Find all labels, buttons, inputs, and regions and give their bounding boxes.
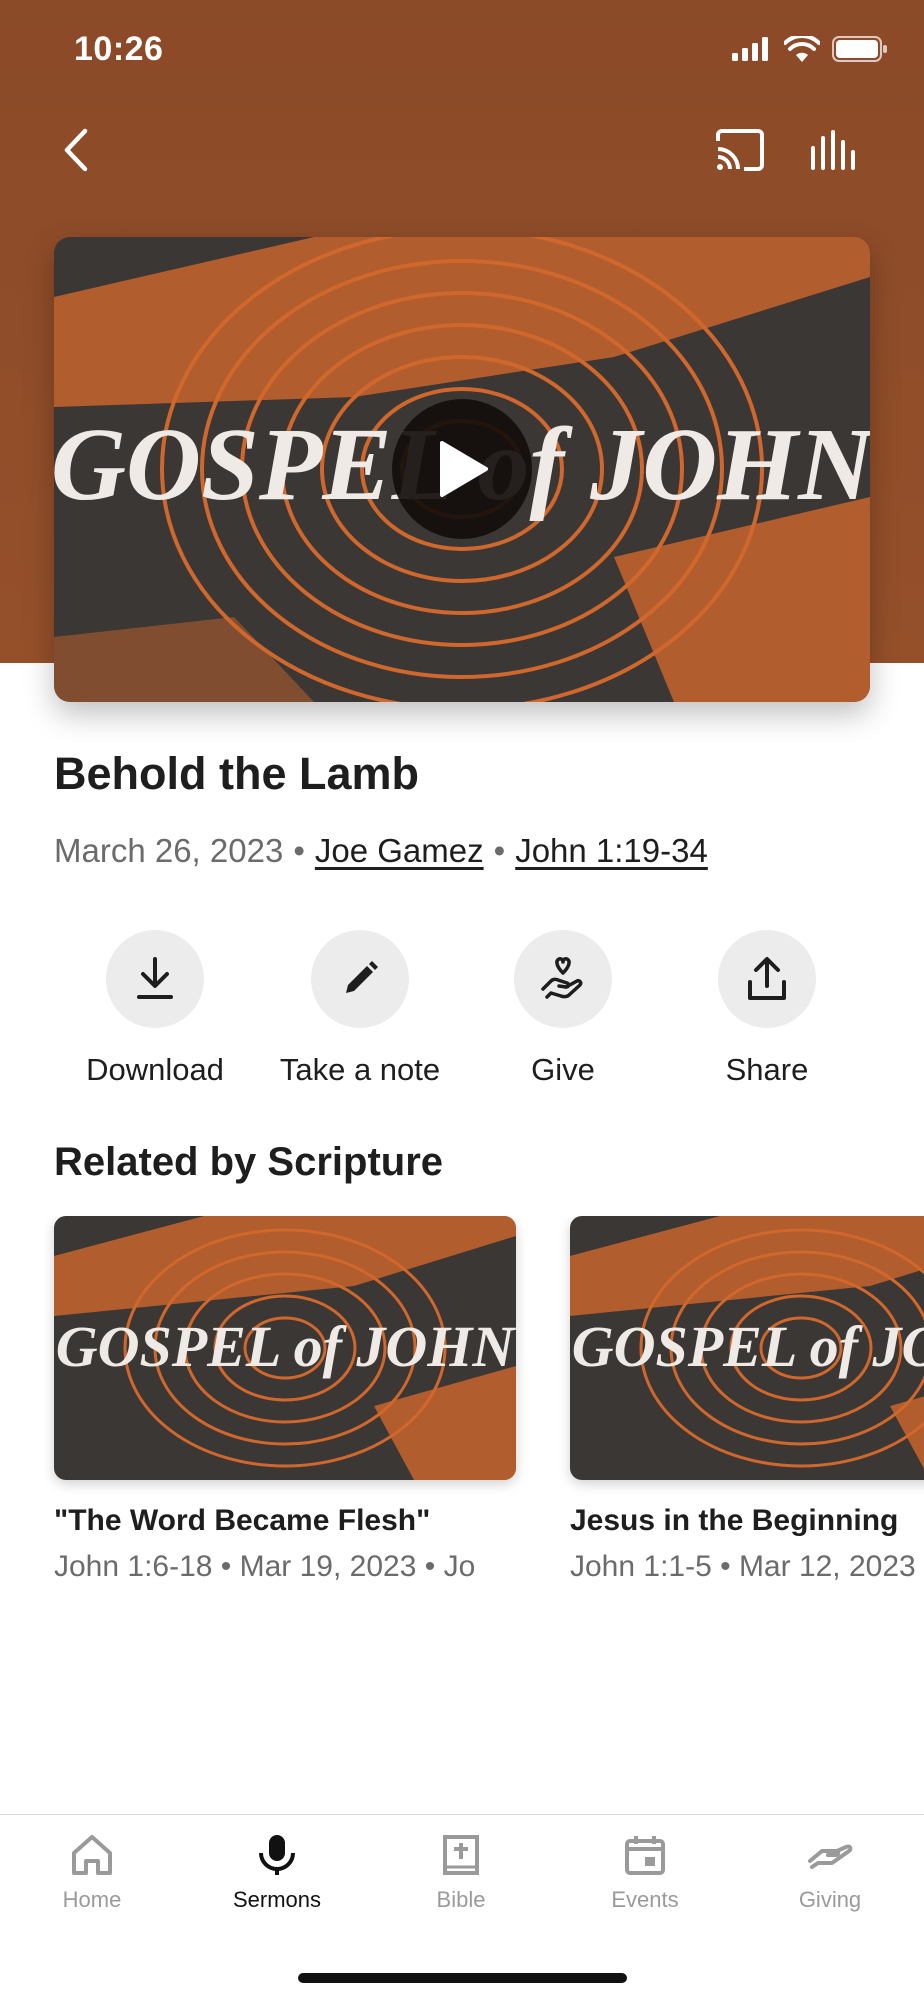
- tab-bible-label: Bible: [436, 1887, 486, 1912]
- related-heading: Related by Scripture: [54, 1140, 444, 1184]
- pencil-icon: [346, 961, 378, 993]
- download-label: Download: [86, 1052, 224, 1087]
- separator-dot: •: [493, 832, 506, 869]
- status-time: 10:26: [74, 30, 164, 68]
- related-artwork: GOSPEL of JOHN: [570, 1216, 924, 1480]
- take-note-circle[interactable]: [311, 930, 409, 1028]
- related-thumbnail[interactable]: GOSPEL of JOHN: [570, 1216, 924, 1480]
- related-artwork: GOSPEL of JOHN: [54, 1216, 516, 1480]
- audio-button[interactable]: [806, 122, 866, 178]
- play-icon: [440, 441, 488, 497]
- tab-giving[interactable]: Giving: [755, 1833, 905, 1913]
- battery-icon: [832, 36, 887, 62]
- tab-sermons[interactable]: Sermons: [202, 1833, 352, 1913]
- give-button[interactable]: Give: [463, 930, 663, 1088]
- audio-bars-icon: [811, 130, 855, 170]
- top-navigation: [0, 110, 924, 190]
- tab-events[interactable]: Events: [570, 1833, 720, 1913]
- related-artwork-title: GOSPEL of JOHN: [572, 1314, 924, 1379]
- share-label: Share: [725, 1052, 809, 1087]
- tab-home[interactable]: Home: [17, 1833, 167, 1913]
- signal-icon: [732, 37, 768, 61]
- give-circle[interactable]: [514, 930, 612, 1028]
- related-card[interactable]: GOSPEL of JOHN Jesus in the Beginning Jo…: [570, 1216, 924, 1584]
- calendar-icon: [625, 1836, 665, 1875]
- related-card[interactable]: GOSPEL of JOHN "The Word Became Flesh" J…: [54, 1216, 516, 1584]
- action-row: Download Take a note Give Share: [0, 930, 924, 1100]
- speaker-link[interactable]: Joe Gamez: [315, 832, 484, 869]
- take-note-button[interactable]: Take a note: [260, 930, 460, 1088]
- scripture-link[interactable]: John 1:19-34: [515, 832, 708, 869]
- home-indicator[interactable]: [298, 1973, 627, 1983]
- related-card-title: "The Word Became Flesh": [54, 1504, 431, 1537]
- cast-icon: [716, 129, 764, 171]
- status-bar: 10:26: [0, 0, 924, 100]
- status-icons: [732, 36, 888, 62]
- related-carousel[interactable]: GOSPEL of JOHN "The Word Became Flesh" J…: [0, 1216, 924, 1596]
- give-hand-heart-icon: [541, 957, 583, 999]
- tab-sermons-label: Sermons: [232, 1887, 322, 1912]
- microphone-icon: [259, 1835, 295, 1875]
- play-button[interactable]: [392, 399, 532, 539]
- tab-bible[interactable]: Bible: [386, 1833, 536, 1913]
- tab-home-label: Home: [62, 1887, 122, 1912]
- wifi-icon: [784, 36, 820, 62]
- share-circle[interactable]: [718, 930, 816, 1028]
- related-card-meta: John 1:1-5 • Mar 12, 2023: [570, 1550, 916, 1583]
- back-button[interactable]: [48, 122, 104, 178]
- give-label: Give: [531, 1052, 595, 1087]
- sermon-meta: March 26, 2023 • Joe Gamez • John 1:19-34: [54, 832, 708, 870]
- take-note-label: Take a note: [279, 1052, 441, 1087]
- related-artwork-title: GOSPEL of JOHN: [56, 1314, 516, 1379]
- sermon-date: March 26, 2023: [54, 832, 284, 869]
- sermon-video-player[interactable]: GOSPEL of JOHN: [54, 237, 870, 702]
- download-circle[interactable]: [106, 930, 204, 1028]
- tab-events-label: Events: [611, 1887, 679, 1912]
- related-thumbnail[interactable]: GOSPEL of JOHN: [54, 1216, 516, 1480]
- share-icon: [748, 957, 786, 1000]
- separator-dot: •: [293, 832, 305, 869]
- giving-icon: [808, 1844, 853, 1869]
- related-card-meta: John 1:6-18 • Mar 19, 2023 • Jo: [54, 1550, 476, 1583]
- bible-icon: [443, 1835, 479, 1875]
- related-card-title: Jesus in the Beginning: [570, 1504, 899, 1537]
- download-button[interactable]: Download: [55, 930, 255, 1088]
- download-icon: [137, 957, 173, 999]
- tab-giving-label: Giving: [798, 1887, 862, 1912]
- home-icon: [72, 1835, 112, 1875]
- cast-button[interactable]: [710, 122, 770, 178]
- share-button[interactable]: Share: [667, 930, 867, 1088]
- sermon-title: Behold the Lamb: [54, 748, 420, 799]
- chevron-left-icon: [64, 128, 88, 172]
